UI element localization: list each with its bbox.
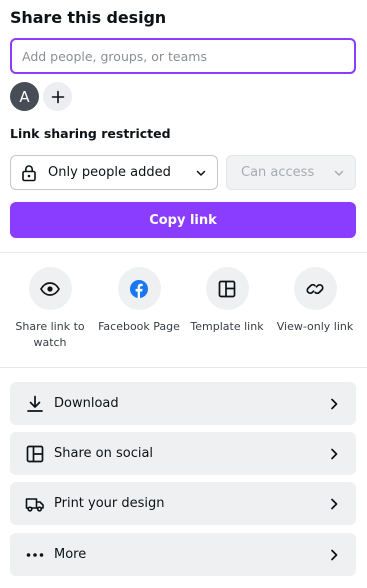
plus-icon bbox=[51, 90, 64, 103]
share-option-label: Template link bbox=[190, 320, 264, 333]
truck-icon bbox=[25, 494, 45, 514]
share-panel: Share this design A Link sharing restric… bbox=[0, 0, 367, 588]
avatar[interactable]: A bbox=[10, 82, 39, 111]
chevron-right-icon bbox=[326, 547, 342, 563]
copy-link-button[interactable]: Copy link bbox=[10, 202, 356, 238]
more-row[interactable]: More bbox=[10, 533, 356, 576]
link-sharing-label: Link sharing restricted bbox=[10, 126, 171, 141]
share-option-watch-link[interactable]: Share link to watch bbox=[7, 267, 93, 351]
facebook-icon bbox=[130, 279, 148, 298]
chevron-right-icon bbox=[326, 446, 342, 462]
panel-title: Share this design bbox=[10, 8, 167, 27]
chevron-down-icon bbox=[334, 170, 344, 176]
chevron-down-icon bbox=[196, 170, 206, 176]
link-icon bbox=[306, 283, 324, 294]
chevron-right-icon bbox=[326, 496, 342, 512]
share-option-label: Facebook Page bbox=[98, 320, 180, 333]
row-label: More bbox=[54, 547, 87, 562]
download-icon bbox=[25, 394, 45, 414]
link-access-value: Only people added bbox=[48, 165, 171, 180]
row-label: Download bbox=[54, 396, 119, 411]
link-access-dropdown[interactable]: Only people added bbox=[10, 155, 218, 190]
share-option-facebook-page[interactable]: Facebook Page bbox=[96, 267, 182, 335]
more-icon bbox=[25, 545, 45, 565]
share-option-icon-circle bbox=[117, 267, 161, 310]
row-label: Share on social bbox=[54, 446, 154, 461]
social-icon bbox=[25, 444, 45, 464]
chevron-right-icon bbox=[326, 396, 342, 412]
share-on-social-row[interactable]: Share on social bbox=[10, 432, 356, 475]
share-option-icon-circle bbox=[205, 267, 249, 310]
eye-icon bbox=[40, 281, 60, 296]
add-people-input[interactable] bbox=[10, 38, 356, 74]
avatar-initial: A bbox=[19, 87, 30, 106]
copy-link-label: Copy link bbox=[149, 212, 217, 228]
lock-icon bbox=[22, 164, 36, 181]
divider bbox=[0, 252, 367, 253]
divider bbox=[0, 367, 367, 368]
share-option-template-link[interactable]: Template link bbox=[184, 267, 270, 335]
share-option-label: Share link to watch bbox=[15, 320, 85, 349]
add-person-button[interactable] bbox=[43, 82, 72, 111]
permission-value: Can access bbox=[241, 165, 315, 180]
row-label: Print your design bbox=[54, 496, 165, 511]
download-row[interactable]: Download bbox=[10, 382, 356, 425]
share-option-icon-circle bbox=[28, 267, 72, 310]
print-design-row[interactable]: Print your design bbox=[10, 482, 356, 525]
permission-dropdown: Can access bbox=[226, 155, 356, 190]
share-option-label: View-only link bbox=[276, 320, 354, 333]
template-icon bbox=[218, 280, 236, 297]
share-option-icon-circle bbox=[293, 267, 337, 310]
share-option-view-only-link[interactable]: View-only link bbox=[272, 267, 358, 335]
